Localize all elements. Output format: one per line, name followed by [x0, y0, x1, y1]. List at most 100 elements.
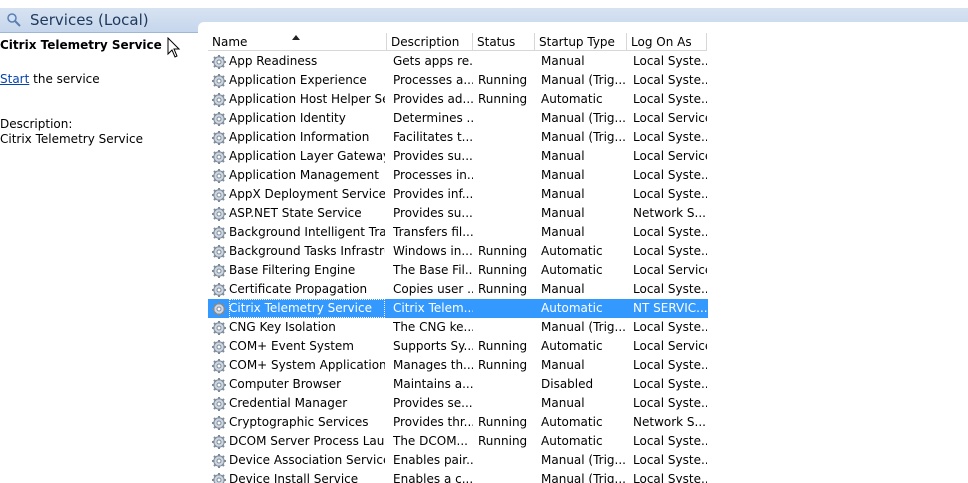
service-startup-type: Manual [541, 282, 585, 296]
service-gear-icon [211, 225, 227, 241]
service-status [478, 185, 538, 204]
service-log-on-as: Local Syste... [633, 358, 707, 372]
service-log-on-as: Local Syste... [633, 396, 707, 410]
service-gear-icon [211, 453, 227, 469]
service-log-on-as: Local Syste... [633, 244, 707, 258]
service-row[interactable]: Background Tasks Infrastru... Windows in.… [208, 242, 708, 261]
service-status [478, 299, 538, 318]
service-row[interactable]: Application Layer Gateway ... Provides su… [208, 147, 708, 166]
service-status: Running [478, 73, 528, 87]
service-status: Running [478, 434, 528, 448]
service-description: Supports Sy... [393, 339, 473, 353]
column-header-name[interactable]: Name [208, 33, 387, 51]
service-row[interactable]: Application Experience Processes a... Runn… [208, 71, 708, 90]
service-name: Device Association Service [229, 453, 385, 467]
service-row[interactable]: COM+ System Application Manages th... Runn… [208, 356, 708, 375]
service-name: Application Host Helper Ser... [229, 92, 385, 106]
service-row[interactable]: Application Information Facilitates t... M… [208, 128, 708, 147]
service-description: Processes a... [393, 73, 473, 87]
service-row[interactable]: Device Install Service Enables a c... Manu… [208, 470, 708, 483]
service-row[interactable]: Application Management Processes in... Man… [208, 166, 708, 185]
service-gear-icon [211, 206, 227, 222]
service-row[interactable]: Background Intelligent Tran... Transfers … [208, 223, 708, 242]
service-log-on-as: Local Service [633, 339, 707, 353]
service-log-on-as: Local Syste... [633, 472, 707, 483]
column-header-log-on-as[interactable]: Log On As [627, 33, 707, 51]
service-gear-icon [211, 130, 227, 146]
service-row[interactable]: AppX Deployment Service (... Provides inf… [208, 185, 708, 204]
service-row[interactable]: Credential Manager Provides se... Manual Lo… [208, 394, 708, 413]
service-row[interactable]: App Readiness Gets apps re... Manual Local … [208, 52, 708, 71]
service-row[interactable]: Computer Browser Maintains a... Disabled Lo… [208, 375, 708, 394]
service-description: Manages th... [393, 358, 473, 372]
service-description: The CNG ke... [393, 320, 473, 334]
service-name: COM+ Event System [229, 339, 354, 353]
start-service-suffix: the service [29, 72, 100, 86]
service-log-on-as: Network S... [633, 415, 706, 429]
service-log-on-as: Local Service [633, 111, 707, 125]
column-header-description[interactable]: Description [387, 33, 473, 51]
service-row[interactable]: Certificate Propagation Copies user ... Ru… [208, 280, 708, 299]
service-gear-icon [211, 434, 227, 450]
service-status [478, 109, 538, 128]
service-description: Provides inf... [393, 187, 473, 201]
service-name: Application Identity [229, 111, 346, 125]
start-service-link[interactable]: Start [0, 72, 29, 86]
service-startup-type: Manual [541, 168, 585, 182]
service-status: Running [478, 263, 528, 277]
service-startup-type: Manual (Trig... [541, 320, 626, 334]
service-row[interactable]: Application Identity Determines ... Manual… [208, 109, 708, 128]
service-log-on-as: Local Syste... [633, 92, 707, 106]
service-startup-type: Automatic [541, 339, 603, 353]
service-status: Running [478, 415, 528, 429]
service-startup-type: Disabled [541, 377, 594, 391]
column-header-name-label: Name [212, 35, 248, 49]
mouse-pointer-icon [167, 37, 181, 58]
service-log-on-as: NT SERVIC... [633, 301, 707, 315]
service-startup-type: Manual (Trig... [541, 453, 626, 467]
column-header-startup-type-label: Startup Type [539, 35, 615, 49]
service-log-on-as: Local Syste... [633, 434, 707, 448]
service-row[interactable]: Citrix Telemetry Service Citrix Telem... A… [208, 299, 708, 318]
service-startup-type: Manual [541, 149, 585, 163]
service-name: Certificate Propagation [229, 282, 368, 296]
service-row[interactable]: Application Host Helper Ser... Provides a… [208, 90, 708, 109]
service-row[interactable]: Cryptographic Services Provides thr... Run… [208, 413, 708, 432]
column-header-log-on-as-label: Log On As [631, 35, 692, 49]
service-status [478, 470, 538, 483]
service-startup-type: Manual [541, 358, 585, 372]
service-gear-icon [211, 396, 227, 412]
service-name: Credential Manager [229, 396, 348, 410]
column-header-startup-type[interactable]: Startup Type [535, 33, 627, 51]
services-list[interactable]: Name Description Status Startup Type Log… [208, 33, 968, 483]
extended-view-pane: Citrix Telemetry Service Start the servi… [0, 33, 196, 483]
service-log-on-as: Local Syste... [633, 453, 707, 467]
service-gear-icon [211, 320, 227, 336]
service-description: Windows in... [393, 244, 473, 258]
service-log-on-as: Local Syste... [633, 130, 707, 144]
service-description: Determines ... [393, 111, 473, 125]
service-row[interactable]: DCOM Server Process Laun... The DCOM... Ru… [208, 432, 708, 451]
service-row[interactable]: CNG Key Isolation The CNG ke... Manual (Tr… [208, 318, 708, 337]
column-header-description-label: Description [391, 35, 460, 49]
service-startup-type: Automatic [541, 415, 603, 429]
service-startup-type: Manual [541, 54, 585, 68]
service-gear-icon [211, 73, 227, 89]
service-name: ASP.NET State Service [229, 206, 362, 220]
column-header-status[interactable]: Status [473, 33, 535, 51]
service-name: Application Information [229, 130, 370, 144]
service-gear-icon [211, 149, 227, 165]
service-row[interactable]: Device Association Service Enables pair..… [208, 451, 708, 470]
service-gear-icon [211, 282, 227, 298]
column-header-row: Name Description Status Startup Type Log… [208, 33, 968, 52]
service-row[interactable]: Base Filtering Engine The Base Fil... Runn… [208, 261, 708, 280]
service-status: Running [478, 92, 528, 106]
service-gear-icon [211, 111, 227, 127]
description-text: Citrix Telemetry Service [0, 132, 143, 146]
service-row[interactable]: ASP.NET State Service Provides su... Manua… [208, 204, 708, 223]
service-gear-icon [211, 244, 227, 260]
service-status [478, 166, 538, 185]
service-row[interactable]: COM+ Event System Supports Sy... Running Au… [208, 337, 708, 356]
service-name: COM+ System Application [229, 358, 385, 372]
service-name: Application Experience [229, 73, 367, 87]
